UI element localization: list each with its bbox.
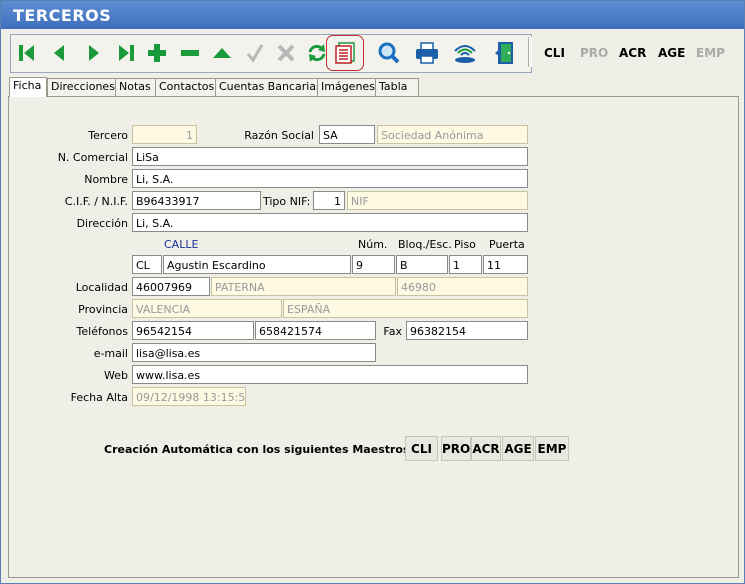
tercero-field[interactable]: 1 <box>132 125 197 144</box>
report-button[interactable] <box>326 35 364 71</box>
web-label: Web <box>104 369 128 382</box>
puerta-header: Puerta <box>489 238 525 251</box>
last-record-button[interactable] <box>112 39 140 67</box>
search-button[interactable] <box>375 39 403 67</box>
codigo-postal-field: 46980 <box>397 277 528 296</box>
prev-record-button[interactable] <box>45 39 73 67</box>
tipo-via-field[interactable]: CL <box>132 255 162 274</box>
exit-icon <box>495 42 513 64</box>
search-icon <box>378 42 400 64</box>
prev-icon <box>54 45 64 61</box>
first-icon <box>19 45 34 61</box>
main-window: TERCEROS CLI PRO ACR AGE EMP Ficha Direc… <box>0 0 745 584</box>
print-icon <box>416 42 438 64</box>
refresh-icon <box>308 44 326 62</box>
telefonos-label: Teléfonos <box>76 325 128 338</box>
print-button[interactable] <box>413 39 441 67</box>
puerta-field[interactable]: 11 <box>483 255 528 274</box>
title-bar: TERCEROS <box>1 1 744 29</box>
nombre-field[interactable]: Li, S.A. <box>132 169 528 188</box>
exit-button[interactable] <box>491 39 519 67</box>
fecha-alta-field: 09/12/1998 13:15:56 <box>132 387 246 406</box>
tab-notas[interactable]: Notas <box>115 78 159 96</box>
add-icon <box>148 44 166 62</box>
nombre-label: Nombre <box>84 173 128 186</box>
toolbar-separator <box>528 37 532 67</box>
telefono-2-field[interactable]: 658421574 <box>255 321 376 340</box>
razon-social-code-field[interactable]: SA <box>319 125 375 144</box>
auto-acr-button[interactable]: ACR <box>471 436 501 461</box>
auto-cli-button[interactable]: CLI <box>405 436 438 461</box>
add-record-button[interactable] <box>143 39 171 67</box>
direccion-label: Dirección <box>76 217 128 230</box>
next-icon <box>89 45 99 61</box>
tipo-nif-field[interactable]: 1 <box>313 191 345 210</box>
bloque-header: Bloq./Esc. <box>398 238 452 251</box>
auto-emp-button[interactable]: EMP <box>535 436 569 461</box>
fax-label: Fax <box>383 325 402 338</box>
email-label: e-mail <box>93 347 128 360</box>
tab-imagenes[interactable]: Imágenes <box>317 78 379 96</box>
tab-contactos[interactable]: Contactos <box>155 78 218 96</box>
email-field[interactable]: lisa@lisa.es <box>132 343 376 362</box>
nombre-comercial-label: N. Comercial <box>57 151 128 164</box>
master-age-toggle[interactable]: AGE <box>658 46 685 60</box>
razon-social-desc-field: Sociedad Anónima <box>377 125 528 144</box>
check-icon <box>246 44 264 63</box>
next-record-button[interactable] <box>80 39 108 67</box>
report-icon <box>335 42 355 64</box>
localidad-label: Localidad <box>75 281 128 294</box>
calle-header: CALLE <box>164 238 199 251</box>
last-icon <box>119 45 134 61</box>
cif-field[interactable]: B96433917 <box>132 191 261 210</box>
tipo-nif-label: Tipo NIF: <box>263 195 311 208</box>
numero-field[interactable]: 9 <box>352 255 395 274</box>
first-record-button[interactable] <box>13 39 41 67</box>
fecha-alta-label: Fecha Alta <box>70 391 128 404</box>
tab-direcciones[interactable]: Direcciones <box>47 78 117 96</box>
tab-ficha[interactable]: Ficha <box>9 77 47 97</box>
master-cli-toggle[interactable]: CLI <box>544 46 565 60</box>
localidad-code-field[interactable]: 46007969 <box>132 277 210 296</box>
master-acr-toggle[interactable]: ACR <box>619 46 646 60</box>
tipo-nif-desc-field: NIF <box>347 191 528 210</box>
auto-create-label: Creación Automática con los siguientes M… <box>104 443 414 456</box>
tab-cuentas-bancarias[interactable]: Cuentas Bancarias <box>215 78 322 96</box>
confirm-button[interactable] <box>241 39 269 67</box>
window-title: TERCEROS <box>13 6 112 25</box>
nombre-comercial-field[interactable]: LiSa <box>132 147 528 166</box>
tercero-label: Tercero <box>88 129 128 142</box>
cif-label: C.I.F. / N.I.F. <box>64 195 128 208</box>
piso-field[interactable]: 1 <box>449 255 482 274</box>
cancel-icon <box>277 44 295 62</box>
provincia-field: VALENCIA <box>132 299 282 318</box>
calle-field[interactable]: Agustin Escardino <box>163 255 351 274</box>
numero-header: Núm. <box>358 238 388 251</box>
up-icon <box>213 48 231 58</box>
fax-field[interactable]: 96382154 <box>406 321 528 340</box>
master-emp-toggle[interactable]: EMP <box>696 46 725 60</box>
master-pro-toggle[interactable]: PRO <box>580 46 608 60</box>
provincia-label: Provincia <box>78 303 128 316</box>
piso-header: Piso <box>454 238 476 251</box>
connect-icon <box>454 45 476 63</box>
bloque-field[interactable]: B <box>396 255 448 274</box>
connect-button[interactable] <box>451 39 479 67</box>
cancel-button[interactable] <box>272 39 300 67</box>
razon-social-label: Razón Social <box>244 129 314 142</box>
delete-record-button[interactable] <box>176 39 204 67</box>
tab-tabla[interactable]: Tabla <box>375 78 419 96</box>
pais-field: ESPAÑA <box>283 299 528 318</box>
delete-icon <box>181 50 199 56</box>
telefono-1-field[interactable]: 96542154 <box>132 321 254 340</box>
edit-record-button[interactable] <box>208 39 236 67</box>
web-field[interactable]: www.lisa.es <box>132 365 528 384</box>
auto-pro-button[interactable]: PRO <box>441 436 471 461</box>
localidad-name-field: PATERNA <box>211 277 396 296</box>
auto-age-button[interactable]: AGE <box>502 436 534 461</box>
direccion-field[interactable]: Li, S.A. <box>132 213 528 232</box>
